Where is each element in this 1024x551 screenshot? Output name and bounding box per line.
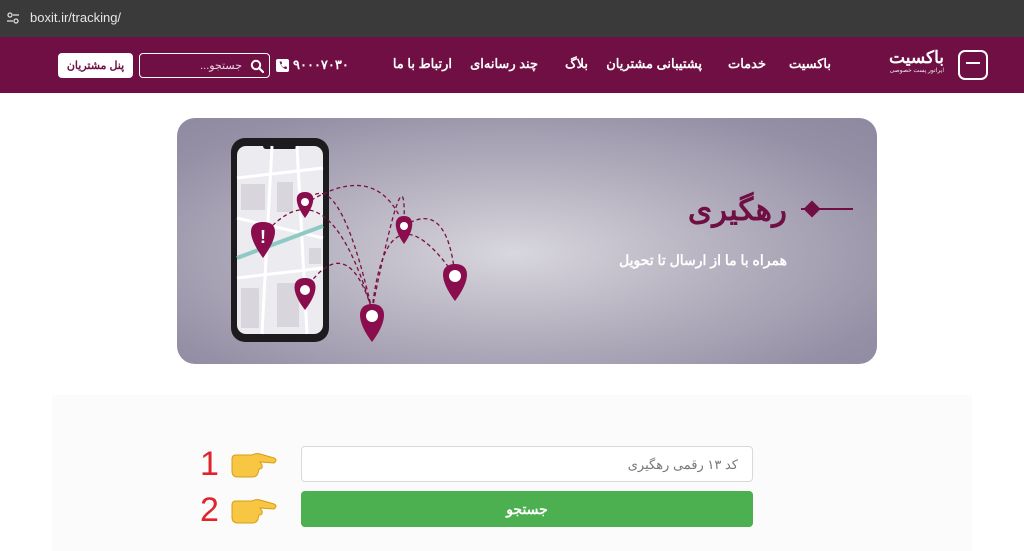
svg-text:!: !: [260, 227, 266, 247]
customer-panel-button[interactable]: پنل مشتریان: [58, 53, 133, 78]
brand[interactable]: باکسیت اپراتور پست خصوصی: [889, 49, 944, 76]
search-icon[interactable]: [250, 59, 264, 73]
nav-item-multimedia[interactable]: چند رسانه‌ای: [470, 56, 538, 72]
phone-number-text: ۹۰۰۰۷۰۳۰: [293, 57, 349, 72]
site-settings-icon[interactable]: [6, 11, 20, 25]
tracking-code-input[interactable]: [301, 446, 753, 482]
hero-illustration: !: [231, 138, 467, 342]
nav-item-boxit[interactable]: باکسیت: [789, 56, 831, 72]
browser-address-bar[interactable]: boxit.ir/tracking/: [0, 0, 1024, 37]
brand-name: باکسیت: [889, 48, 944, 67]
url-text[interactable]: boxit.ir/tracking/: [30, 10, 121, 25]
pointing-hand-icon: [231, 499, 277, 524]
map-pin: [360, 304, 384, 342]
tracking-hero-banner: ! رهگیری همراه با ما از ارسال تا تحویل: [177, 118, 877, 364]
nav-item-support[interactable]: پشتیبانی مشتریان: [606, 56, 702, 72]
logo-icon[interactable]: [958, 50, 988, 80]
annotation-number-1: 1: [200, 445, 219, 483]
phone-notch: [263, 142, 297, 149]
annotation-number-2: 2: [200, 491, 219, 529]
brand-tagline: اپراتور پست خصوصی: [889, 68, 944, 74]
nav-item-blog[interactable]: بلاگ: [565, 56, 588, 72]
header-search: [139, 53, 270, 78]
site-header: باکسیت اپراتور پست خصوصی باکسیت خدمات پش…: [0, 37, 1024, 93]
tracking-search-button[interactable]: جستجو: [301, 491, 753, 527]
hero-title: رهگیری: [687, 192, 787, 227]
pointing-hand-icon: [231, 453, 277, 478]
nav-item-contact[interactable]: ارتباط با ما: [393, 56, 452, 72]
map-pin: [395, 216, 413, 244]
map-pin: [443, 264, 467, 301]
phone-icon: [276, 58, 289, 72]
hero-subtitle: همراه با ما از ارسال تا تحویل: [619, 252, 787, 268]
nav-item-services[interactable]: خدمات: [728, 56, 766, 72]
phone-number[interactable]: ۹۰۰۰۷۰۳۰: [276, 57, 349, 73]
header-search-input[interactable]: [142, 56, 242, 75]
